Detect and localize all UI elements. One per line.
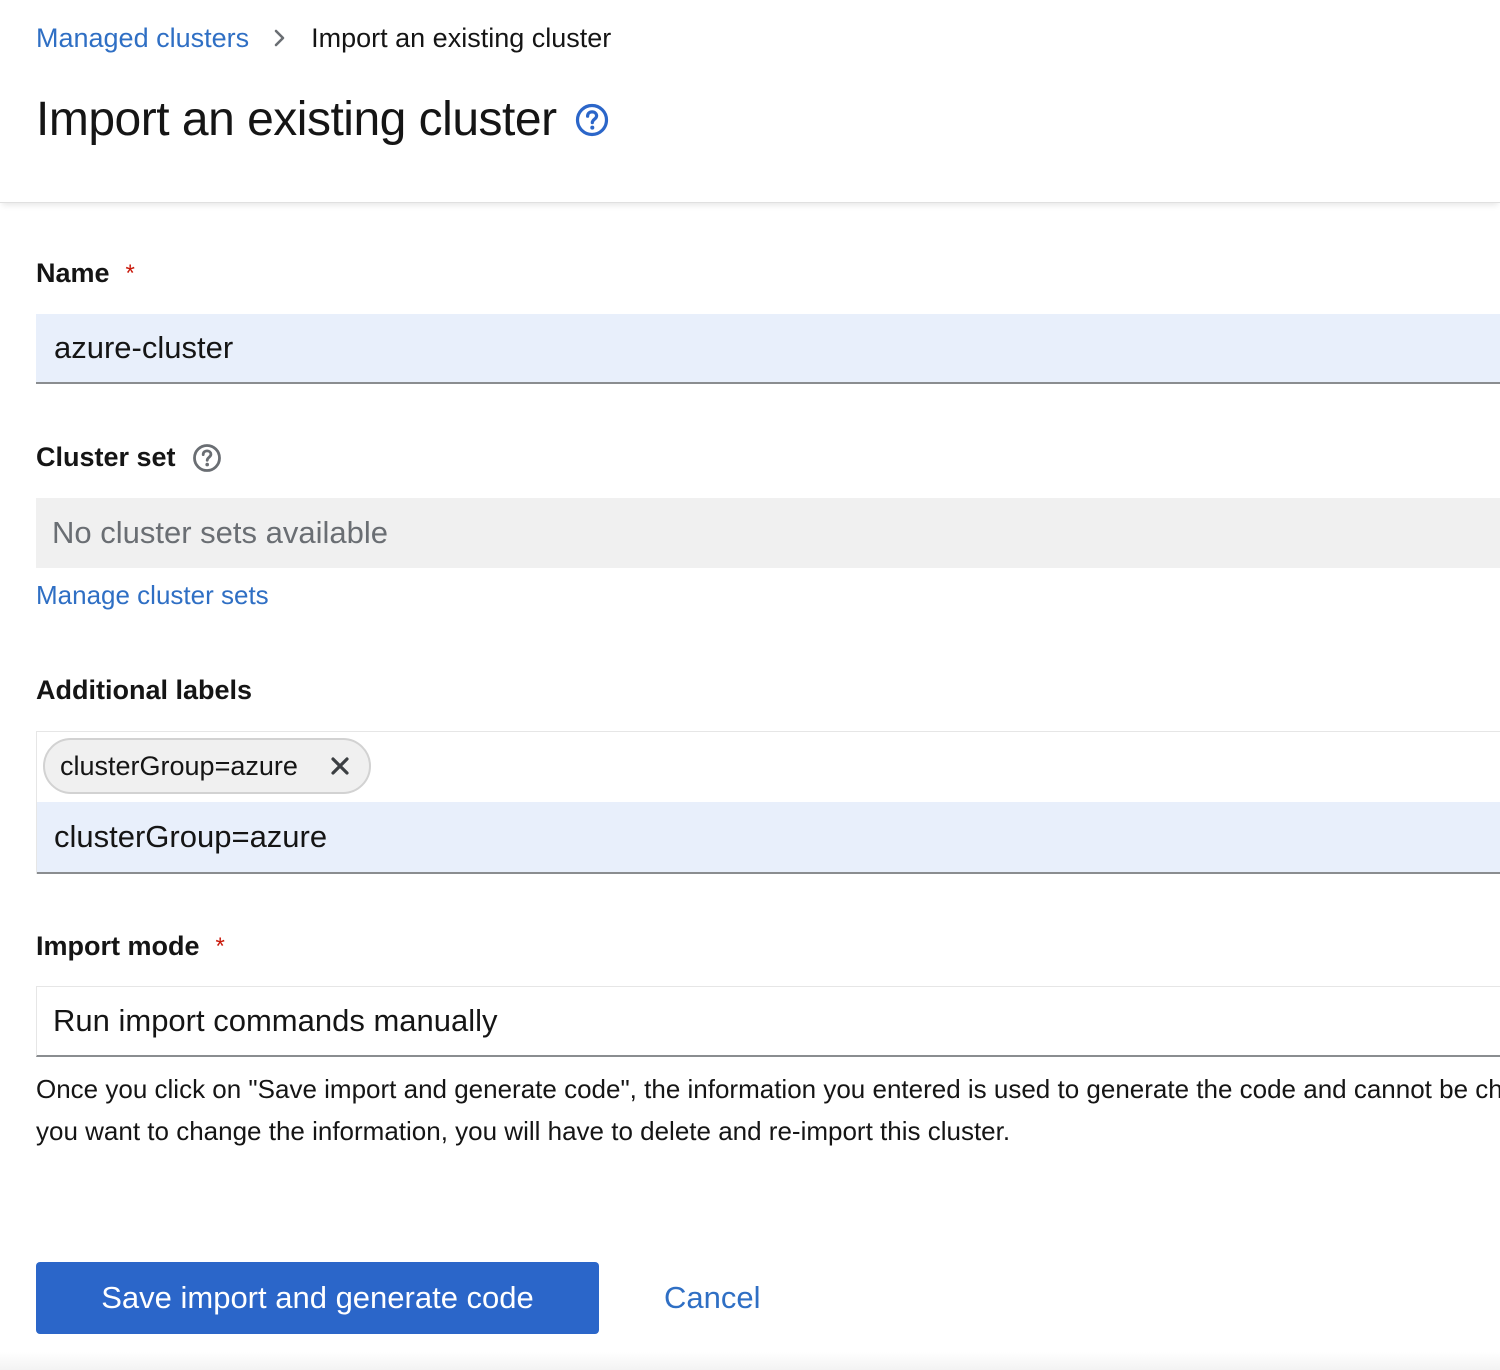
- page-title-row: Import an existing cluster: [36, 92, 609, 147]
- name-label-text: Name: [36, 258, 110, 288]
- additional-labels-label: Additional labels: [36, 675, 252, 706]
- import-mode-helper-text: Once you click on "Save import and gener…: [36, 1074, 1500, 1146]
- save-import-button[interactable]: Save import and generate code: [36, 1262, 599, 1334]
- import-mode-select[interactable]: Run import commands manually: [36, 986, 1500, 1057]
- breadcrumb-managed-clusters-link[interactable]: Managed clusters: [36, 23, 249, 54]
- page-title: Import an existing cluster: [36, 93, 557, 146]
- manage-cluster-sets-link[interactable]: Manage cluster sets: [36, 580, 269, 611]
- additional-labels-label-text: Additional labels: [36, 675, 253, 705]
- bottom-divider: [0, 1352, 1500, 1370]
- breadcrumb: Managed clusters Import an existing clus…: [36, 20, 611, 56]
- breadcrumb-current: Import an existing cluster: [311, 22, 612, 53]
- labels-input-group: clusterGroup=azure clusterGroup=azure: [36, 731, 1500, 874]
- help-circle-icon[interactable]: [575, 103, 609, 137]
- import-mode-label-text: Import mode: [36, 931, 200, 961]
- import-mode-required-marker: *: [215, 932, 225, 960]
- cluster-set-select[interactable]: No cluster sets available: [36, 498, 1500, 568]
- page-header: Managed clusters Import an existing clus…: [0, 0, 1500, 203]
- name-required-marker: *: [125, 259, 135, 287]
- labels-text-input[interactable]: clusterGroup=azure: [37, 802, 1500, 874]
- import-mode-label: Import mode *: [36, 931, 225, 962]
- help-circle-icon[interactable]: [192, 443, 222, 473]
- name-input[interactable]: azure-cluster: [36, 314, 1500, 384]
- cancel-button[interactable]: Cancel: [664, 1280, 761, 1316]
- name-label: Name *: [36, 258, 135, 289]
- import-cluster-page: Managed clusters Import an existing clus…: [0, 0, 1500, 1370]
- cluster-set-label: Cluster set: [36, 442, 222, 473]
- label-chip: clusterGroup=azure: [43, 738, 371, 794]
- cluster-set-label-text: Cluster set: [36, 442, 176, 472]
- chevron-right-icon: [273, 28, 287, 48]
- label-chip-text: clusterGroup=azure: [60, 750, 298, 781]
- close-icon[interactable]: [329, 755, 351, 777]
